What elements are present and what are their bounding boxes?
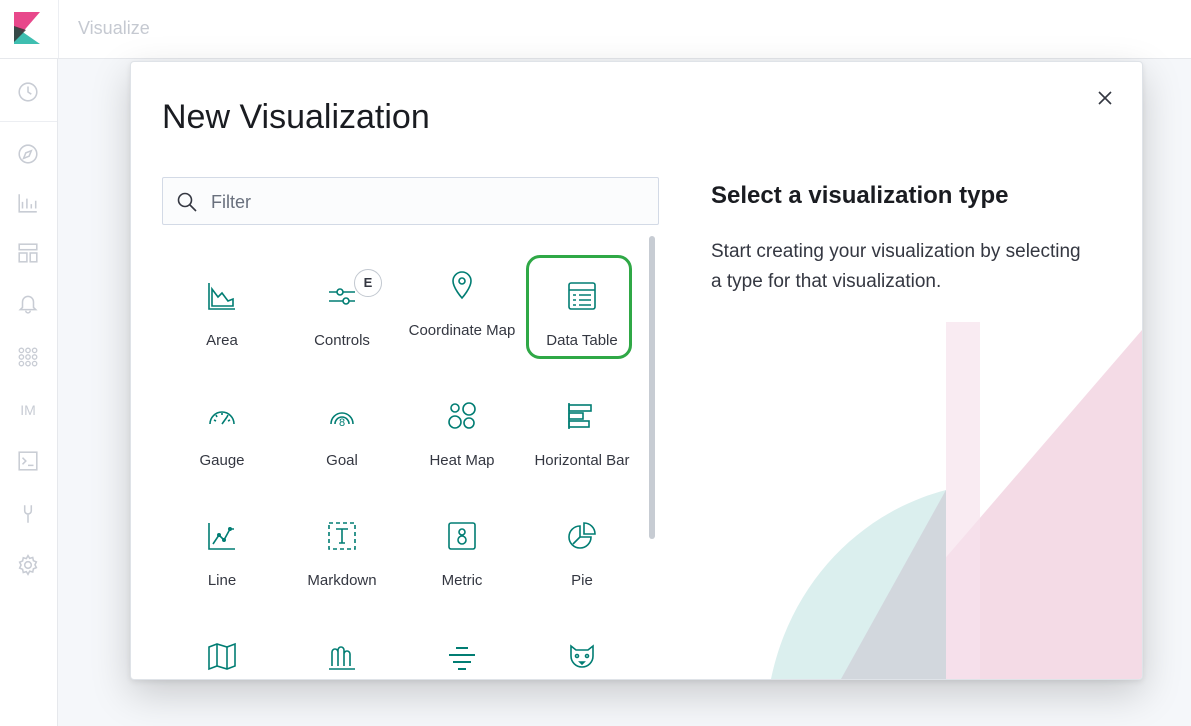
vega-icon [566,640,598,672]
type-heat-map[interactable]: Heat Map [402,357,522,477]
type-tsvb[interactable] [282,597,402,679]
side-nav: IM [0,59,58,726]
type-coordinate-map[interactable]: Coordinate Map [402,237,522,357]
search-icon [177,192,197,212]
type-data-table[interactable]: Data Table [522,237,642,359]
filter-input[interactable] [209,186,643,218]
markdown-icon [326,520,358,552]
type-horizontal-bar[interactable]: Horizontal Bar [522,357,642,477]
type-label: Horizontal Bar [534,452,630,469]
new-visualization-modal: New Visualization Area E Controls Coordi… [130,61,1143,680]
apps-grid-icon[interactable] [14,343,42,371]
decorative-illustration [771,322,1142,679]
table-icon [566,280,598,312]
visualize-icon[interactable] [14,189,42,217]
type-label: Heat Map [429,452,495,469]
bell-icon[interactable] [14,289,42,317]
description-title: Select a visualization type [711,182,1009,209]
type-region-map[interactable] [162,597,282,679]
type-vega[interactable] [522,597,642,679]
close-icon [1098,91,1112,105]
type-label: Data Table [546,332,618,349]
clock-icon[interactable] [14,78,42,106]
type-label: Coordinate Map [408,322,516,339]
compass-icon[interactable] [14,140,42,168]
pie-chart-icon [566,520,598,552]
type-pie[interactable]: Pie [522,477,642,597]
filter-field[interactable] [162,177,659,225]
visualization-type-grid: Area E Controls Coordinate Map Data Tabl… [162,237,642,679]
type-label: Pie [571,572,593,589]
kibana-logo-icon[interactable] [14,12,40,44]
goal-icon: 8 [326,400,358,432]
nav-separator [0,121,57,122]
region-map-icon [206,640,238,672]
close-button[interactable] [1094,87,1116,109]
type-markdown[interactable]: Markdown [282,477,402,597]
modal-title: New Visualization [162,98,430,136]
experimental-badge: E [354,269,382,297]
gauge-icon [206,400,238,432]
im-label: IM [20,402,36,418]
gear-icon[interactable] [14,551,42,579]
type-controls[interactable]: E Controls [282,237,402,357]
description-text: Start creating your visualization by sel… [711,241,1081,292]
top-header: Visualize [0,0,1191,59]
type-area[interactable]: Area [162,237,282,357]
console-icon[interactable] [14,447,42,475]
type-tag-cloud[interactable] [402,597,522,679]
tag-cloud-icon [446,640,478,672]
type-metric[interactable]: Metric [402,477,522,597]
grid-scrollbar[interactable] [649,236,655,539]
wrench-icon[interactable] [14,500,42,528]
svg-text:8: 8 [339,417,345,429]
dashboard-icon[interactable] [14,239,42,267]
type-label: Markdown [307,572,377,589]
type-line[interactable]: Line [162,477,282,597]
heatmap-icon [446,400,478,432]
type-goal[interactable]: 8 Goal [282,357,402,477]
type-label: Goal [326,452,358,469]
header-divider [58,0,59,58]
line-chart-icon [206,520,238,552]
area-chart-icon [206,280,238,312]
type-label: Gauge [199,452,245,469]
type-label: Line [207,572,237,589]
type-gauge[interactable]: Gauge [162,357,282,477]
tsvb-icon [326,640,358,672]
type-label: Area [206,332,238,349]
type-label: Controls [314,332,370,349]
horizontal-bar-icon [566,400,598,432]
map-pin-icon [446,269,478,301]
metric-icon [446,520,478,552]
type-label: Metric [441,572,483,589]
app-title: Visualize [78,18,150,38]
im-nav-item[interactable]: IM [14,396,42,424]
